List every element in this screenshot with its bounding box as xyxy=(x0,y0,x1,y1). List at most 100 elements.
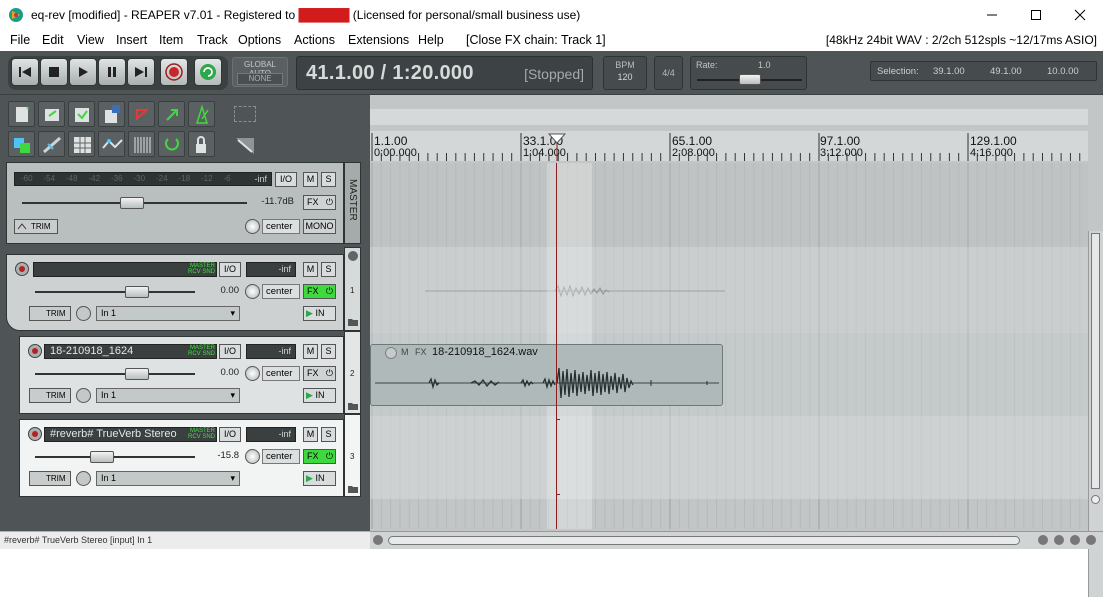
global-automation-button[interactable]: GLOBAL AUTO NONE xyxy=(232,57,288,87)
master-solo-button[interactable]: S xyxy=(321,172,336,187)
track-2-routing[interactable]: MASTER RCV SND xyxy=(167,345,215,357)
envelope-points-icon[interactable] xyxy=(98,131,125,157)
track-2-phase-icon[interactable] xyxy=(76,388,91,403)
fx-bypass-icon[interactable]: ⏻ xyxy=(326,450,333,463)
horizontal-scroll-thumb[interactable] xyxy=(388,536,1020,545)
track-2-solo-button[interactable]: S xyxy=(321,344,336,359)
track-3-io-button[interactable]: I/O xyxy=(219,427,241,442)
track-2-fx-button[interactable]: FX ⏻ xyxy=(303,366,336,381)
master-fx-button[interactable]: FX ⏻ xyxy=(303,195,336,210)
maximize-button[interactable] xyxy=(1013,0,1059,30)
track-2-mute-button[interactable]: M xyxy=(303,344,318,359)
playhead-marker[interactable] xyxy=(547,133,567,161)
track-3-input-monitor[interactable]: ▶ IN xyxy=(303,471,336,486)
item-fx-button[interactable]: FX xyxy=(415,347,427,357)
track-1-input-select[interactable]: In 1 ▾ xyxy=(96,306,240,321)
menu-options[interactable]: Options xyxy=(238,33,281,47)
selection-end[interactable]: 49.1.00 xyxy=(990,66,1022,77)
playrate-box[interactable]: Rate: 1.0 xyxy=(690,56,807,90)
master-lane[interactable] xyxy=(370,163,1088,247)
menu-track[interactable]: Track xyxy=(197,33,228,47)
master-volume-knob[interactable] xyxy=(120,197,144,209)
track-3-pan-knob[interactable] xyxy=(245,449,260,464)
menu-insert[interactable]: Insert xyxy=(116,33,147,47)
folder-icon[interactable] xyxy=(348,402,359,411)
zoom-in-icon[interactable] xyxy=(1070,535,1080,545)
menu-close-fx-chain[interactable]: [Close FX chain: Track 1] xyxy=(466,33,606,47)
fx-bypass-icon[interactable]: ⏻ xyxy=(326,367,333,380)
vertical-scroll-thumb[interactable] xyxy=(1091,233,1100,489)
grid-toggle-icon[interactable] xyxy=(68,131,95,157)
track-3-phase-icon[interactable] xyxy=(76,471,91,486)
track-3[interactable]: #reverb# TrueVerb Stereo MASTER RCV SND I… xyxy=(19,419,344,497)
track-3-lane[interactable] xyxy=(370,416,1088,499)
loop-points-icon[interactable] xyxy=(158,131,185,157)
v-scroll-arrow[interactable] xyxy=(1091,495,1100,504)
repeat-button[interactable] xyxy=(194,58,222,86)
track-3-volume-fader[interactable]: -15.8 xyxy=(29,449,239,464)
selection-length[interactable]: 10.0.00 xyxy=(1047,66,1079,77)
item-grouping-icon[interactable] xyxy=(128,131,155,157)
item-mute-button[interactable]: M xyxy=(401,347,409,357)
rate-slider-knob[interactable] xyxy=(738,74,761,85)
master-io-button[interactable]: I/O xyxy=(275,172,297,187)
track-1-lane[interactable] xyxy=(370,247,1088,333)
project-settings-icon[interactable] xyxy=(98,101,125,127)
scroll-right-icon[interactable] xyxy=(1038,535,1048,545)
menu-extensions[interactable]: Extensions xyxy=(348,33,409,47)
track-2[interactable]: 18-210918_1624 MASTER RCV SND I/O -inf M … xyxy=(19,336,344,414)
master-mono-button[interactable]: MONO xyxy=(303,219,336,234)
snap-toggle-icon[interactable] xyxy=(8,131,35,157)
master-track[interactable]: -60 -54 -48 -42 -36 -30 -24 -18 -12 -6 -inf I/O M… xyxy=(6,162,344,244)
track-1-mute-button[interactable]: M xyxy=(303,262,318,277)
track-1[interactable]: MASTER RCV SND I/O -inf M S 0.00 center F… xyxy=(6,254,344,331)
track-1-phase-icon[interactable] xyxy=(76,306,91,321)
redo-icon[interactable] xyxy=(158,101,185,127)
track-1-volume-fader[interactable]: 0.00 xyxy=(29,284,239,299)
track-2-pan-label[interactable]: center xyxy=(262,366,300,381)
track-lanes[interactable]: M FX 18-210918_1624.wav xyxy=(370,163,1103,597)
record-button[interactable] xyxy=(160,58,188,86)
timeline-ruler[interactable]: 1.1.00 0:00.000 33.1.00 1:04.000 65.1.00… xyxy=(370,131,1088,161)
track-1-trim-button[interactable]: TRIM xyxy=(29,306,71,321)
track-1-fx-button[interactable]: FX ⏻ xyxy=(303,284,336,299)
zoom-out-icon[interactable] xyxy=(1054,535,1064,545)
track-1-input-monitor[interactable]: ▶ IN xyxy=(303,306,336,321)
track-3-pan-label[interactable]: center xyxy=(262,449,300,464)
new-project-icon[interactable]: * xyxy=(8,101,35,127)
track-2-trim-button[interactable]: TRIM xyxy=(29,388,71,403)
track-3-trim-button[interactable]: TRIM xyxy=(29,471,71,486)
fx-bypass-icon[interactable]: ⏻ xyxy=(326,285,333,298)
master-volume-fader[interactable]: -11.7dB xyxy=(14,195,294,210)
track-2-input-select[interactable]: In 1 ▾ xyxy=(96,388,240,403)
fx-bypass-icon[interactable]: ⏻ xyxy=(326,196,333,209)
menu-item[interactable]: Item xyxy=(159,33,183,47)
track-1-record-arm[interactable] xyxy=(15,262,29,276)
folder-collapse-icon[interactable] xyxy=(348,251,358,261)
track-1-io-button[interactable]: I/O xyxy=(219,262,241,277)
track-2-record-arm[interactable] xyxy=(28,344,42,358)
track-2-pan-knob[interactable] xyxy=(245,366,260,381)
eraser-tool-icon[interactable] xyxy=(234,134,258,156)
menu-file[interactable]: File xyxy=(10,33,30,47)
go-to-start-button[interactable] xyxy=(11,58,39,86)
track-3-volume-knob[interactable] xyxy=(90,451,115,463)
auto-crossfade-lock-icon[interactable] xyxy=(188,131,215,157)
track-1-solo-button[interactable]: S xyxy=(321,262,336,277)
play-button[interactable] xyxy=(69,58,97,86)
track-3-routing[interactable]: MASTER RCV SND xyxy=(167,428,215,440)
track-3-mute-button[interactable]: M xyxy=(303,427,318,442)
selection-display[interactable]: Selection: 39.1.00 49.1.00 10.0.00 xyxy=(870,61,1097,81)
menu-help[interactable]: Help xyxy=(418,33,444,47)
track-3-solo-button[interactable]: S xyxy=(321,427,336,442)
track-1-pan-knob[interactable] xyxy=(245,284,260,299)
track-2-input-monitor[interactable]: ▶ IN xyxy=(303,388,336,403)
scroll-left-icon[interactable] xyxy=(373,535,383,545)
metronome-icon[interactable] xyxy=(188,101,215,127)
open-project-icon[interactable] xyxy=(38,101,65,127)
track-1-volume-knob[interactable] xyxy=(125,286,150,298)
arrange-view[interactable]: 1.1.00 0:00.000 33.1.00 1:04.000 65.1.00… xyxy=(370,95,1103,597)
track-3-record-arm[interactable] xyxy=(28,427,42,441)
zoom-fit-icon[interactable] xyxy=(1086,535,1096,545)
track-2-volume-fader[interactable]: 0.00 xyxy=(29,366,239,381)
